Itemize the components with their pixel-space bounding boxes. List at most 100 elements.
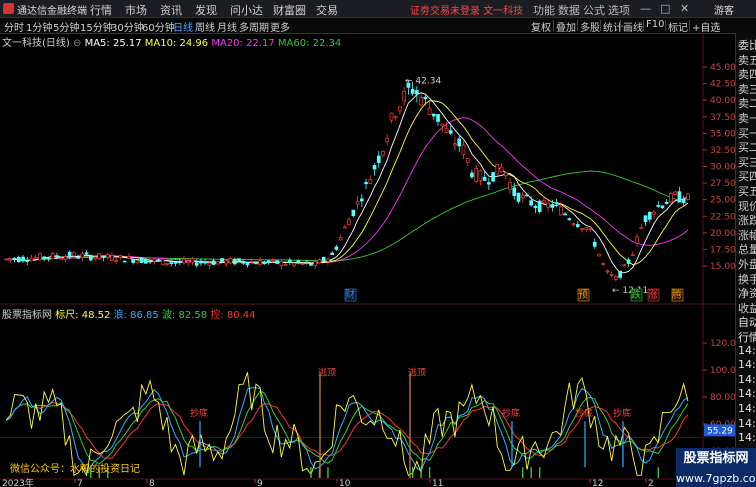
candle-body [156,259,161,261]
side-panel-item-10: 买五 [738,185,756,198]
chart-tool-6[interactable]: 标记 [668,19,688,34]
candle-body [232,258,237,265]
options-button[interactable]: 选项 [608,2,630,18]
indicator-name[interactable]: 股票指标网 [2,310,52,321]
quote-side-panel[interactable]: 委比 卖五 卖四 卖三 卖二 卖一 买一 买二 买三 买四 买五 现价 涨跌 涨幅 总量 外盘 换手 净资 收益 自动… [735,33,756,487]
candle-body [495,164,500,175]
candle-body [288,260,292,263]
side-panel-item-9: 买四 [738,170,756,184]
candle-body [67,251,72,258]
candle-body [72,252,76,257]
chart-tool-7[interactable]: +自选 [692,19,720,34]
maximize-icon[interactable]: □ [660,2,670,15]
candle-body [410,88,415,94]
candle-body [440,123,445,127]
candle-body [21,256,25,262]
candle-body [402,90,406,102]
price-tick-label: 42.50 [710,80,735,90]
buy-signal-label: 抄底 [575,407,593,419]
menu-discover[interactable]: 发现 [195,2,217,18]
period-10[interactable]: 更多 [270,19,290,34]
side-panel-item-27: 14:5 [738,431,756,445]
candle-body [605,270,610,273]
candle-body [588,228,593,230]
candle-body [677,191,682,203]
period-4[interactable]: 30分钟 [111,19,144,34]
candle-body [664,201,669,205]
app-logo-icon [3,3,14,14]
candle-body [271,259,275,261]
close-icon[interactable]: ✕ [680,2,689,15]
candle-body [385,137,390,142]
candle-body [148,260,152,263]
month-label: 10 [339,479,351,487]
period-8[interactable]: 月线 [217,19,237,34]
candle-body [275,260,279,264]
menu-trade[interactable]: 交易 [316,2,338,18]
candle-body [656,205,661,207]
candle-body [626,259,631,264]
function-button[interactable]: 功能 [533,2,555,18]
menu-news[interactable]: 资讯 [160,2,182,18]
month-label: 7 [77,479,83,487]
candle-body [660,205,665,209]
period-3[interactable]: 15分钟 [80,19,113,34]
side-panel-item-13: 涨幅 [738,228,756,242]
candle-body [639,226,644,229]
candle-body [182,258,186,264]
candle-body [224,260,229,265]
candle-body [592,241,597,247]
sell-signal-label: 逃顶 [318,366,336,378]
menu-ask[interactable]: 问小达 [230,2,263,18]
chart-tool-5[interactable]: F10 [646,19,664,30]
candle-body [622,264,627,267]
trade-login-notice[interactable]: 证劵交易未登录 文一科技 [410,2,523,17]
candle-body [398,106,402,112]
menu-quotes[interactable]: 行情 [90,2,112,18]
candle-body [389,112,394,121]
period-5[interactable]: 60分钟 [142,19,175,34]
candle-body [559,206,563,216]
candle-body [381,151,385,156]
guest-login[interactable]: 游客 [714,2,734,17]
candle-body [101,256,106,258]
candle-body [580,228,584,231]
period-1[interactable]: 1分钟 [26,19,52,34]
candle-body [338,237,343,241]
candle-body [199,260,203,264]
candle-body [491,172,495,182]
minimize-icon[interactable]: — [640,2,651,15]
chart-tool-0[interactable]: 复权 [531,19,551,34]
formula-button[interactable]: 公式 [583,2,605,18]
chart-tool-2[interactable]: 多股 [580,19,600,34]
chart-tool-1[interactable]: 叠加 [556,19,576,34]
candle-body [618,270,622,278]
candle-body [122,260,127,263]
candle-body [292,262,296,266]
kline-chart[interactable]: 45.00 42.50 40.00 37.50 35.00 32.50 30.00 27.50… [0,33,735,487]
candle-body [152,258,157,262]
side-panel-item-21: 14:5 [738,343,756,357]
month-label: 12 [592,479,603,487]
chart-tool-4[interactable]: 画线 [623,19,643,34]
period-9[interactable]: 多周期 [239,19,269,34]
menu-wealth[interactable]: 财富圈 [273,2,306,18]
watermark-url: www.7gpzb.com [676,470,756,487]
price-tick-label: 35.00 [710,129,735,139]
ma10-line [6,100,689,266]
menu-market[interactable]: 市场 [125,2,147,18]
candle-body [453,143,457,146]
period-6[interactable]: 日线 [173,19,193,34]
candle-body [139,257,144,263]
candle-body [211,260,216,265]
period-2[interactable]: 5分钟 [53,19,79,34]
app-title: 通达信金融终端 [17,6,87,17]
candle-body [347,219,351,226]
period-0[interactable]: 分时 [4,19,24,34]
candle-body [520,194,525,199]
side-panel-item-16: 换手 [738,272,756,286]
candle-body [529,200,534,206]
candle-body [279,261,284,267]
period-7[interactable]: 周线 [195,19,215,34]
data-button[interactable]: 数据 [558,2,580,18]
